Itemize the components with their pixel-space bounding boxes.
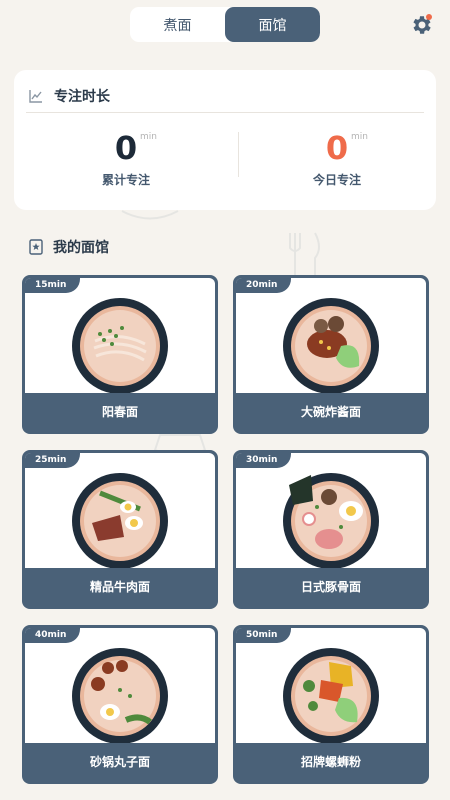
focus-duration-card: 专注时长 0 min 累计专注 0 min 今日专注 [14,70,436,210]
shop-time-tag: 30min [236,453,292,468]
focus-card-header: 专注时长 [26,80,424,113]
settings-button[interactable] [409,13,433,37]
today-focus-unit: min [351,132,368,142]
shop-card-tonkotsu[interactable]: 30min 日式豚骨面 [233,450,429,609]
today-focus-value: 0 [325,129,349,167]
shop-name: 大碗炸酱面 [300,405,361,419]
shop-name: 阳春面 [101,405,138,419]
shop-card-luosifen[interactable]: 50min 招牌螺蛳粉 [233,625,429,784]
my-shops-header: 我的面馆 [29,237,109,257]
view-switcher: 煮面 面馆 [130,7,320,42]
tab-noodle-shop[interactable]: 面馆 [225,7,320,42]
shop-time-tag: 25min [25,453,81,468]
shop-name: 精品牛肉面 [89,580,150,594]
shop-name: 日式豚骨面 [300,580,361,594]
today-focus-stat: 0 min 今日专注 [252,128,422,188]
shop-time-tag: 20min [236,278,292,293]
noodle-bowl-icon [283,473,379,568]
total-focus-stat: 0 min 累计专注 [41,128,211,188]
noodle-bowl-icon [283,298,379,393]
line-chart-icon [29,90,42,103]
shop-name: 招牌螺蛳粉 [300,755,361,769]
noodle-bowl-icon [72,648,168,743]
total-focus-label: 累计专注 [101,173,150,187]
shop-time-tag: 50min [236,628,292,643]
shop-card-yangchun[interactable]: 15min 阳春面 [22,275,218,434]
shop-card-beef[interactable]: 25min 精品牛肉面 [22,450,218,609]
focus-card-title: 专注时长 [54,89,110,105]
noodle-bowl-icon [283,648,379,743]
total-focus-value: 0 [114,129,138,167]
shop-time-tag: 15min [25,278,81,293]
stat-divider [238,132,239,177]
notification-dot [426,14,432,20]
shop-card-zhajiang[interactable]: 20min 大碗炸酱面 [233,275,429,434]
section-title: 我的面馆 [53,240,109,256]
noodle-bowl-icon [72,298,168,393]
total-focus-unit: min [140,132,157,142]
tab-cook-noodles[interactable]: 煮面 [130,7,225,42]
shop-card-meatball[interactable]: 40min 砂锅丸子面 [22,625,218,784]
shop-name: 砂锅丸子面 [89,755,150,769]
star-bookmark-icon [29,239,43,255]
noodle-bowl-icon [72,473,168,568]
shop-time-tag: 40min [25,628,81,643]
today-focus-label: 今日专注 [312,173,361,187]
